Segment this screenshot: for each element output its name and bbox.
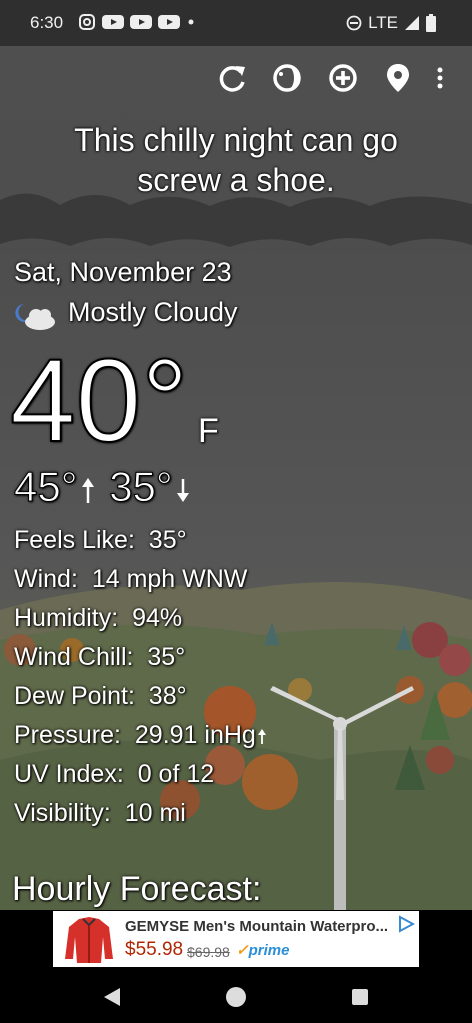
temperature-unit: F [198, 412, 219, 450]
detail-pressure: Pressure: 29.91 inHg [14, 721, 268, 750]
detail-visibility: Visibility: 10 mi [14, 799, 186, 828]
current-date: Sat, November 23 [14, 257, 232, 287]
overflow-menu-icon[interactable] [430, 60, 450, 96]
hourly-forecast-heading: Hourly Forecast: [12, 870, 262, 908]
system-navigation-bar [0, 970, 472, 1023]
add-location-icon[interactable] [325, 60, 361, 96]
youtube-icon [158, 15, 180, 29]
arrow-up-icon [81, 478, 94, 503]
notification-icons [78, 13, 196, 31]
detail-value: 38° [148, 682, 187, 710]
detail-label: Humidity: [14, 604, 119, 632]
detail-label: Pressure: [14, 721, 121, 749]
recents-icon[interactable] [347, 984, 373, 1010]
ad-price: $55.98 [125, 939, 184, 960]
status-bar: 6:30 LTE [0, 0, 472, 46]
detail-uv-index: UV Index: 0 of 12 [14, 760, 214, 789]
pressure-rising-icon [257, 729, 266, 744]
snarky-headline: This chilly night can go screw a shoe. [0, 120, 472, 200]
detail-label: Wind Chill: [14, 643, 134, 671]
headline-line-1: This chilly night can go [74, 122, 398, 158]
detail-label: Visibility: [14, 799, 111, 827]
status-time: 6:30 [30, 13, 64, 32]
network-type: LTE [368, 13, 398, 32]
headline-line-2: screw a shoe. [137, 162, 335, 198]
theme-icon[interactable] [269, 60, 305, 96]
detail-label: Dew Point: [14, 682, 135, 710]
detail-feels-like: Feels Like: 35° [14, 526, 187, 555]
detail-value: 35° [148, 526, 187, 554]
prime-check: ✓ [236, 942, 249, 959]
detail-label: UV Index: [14, 760, 124, 788]
system-icons: LTE [346, 13, 436, 33]
youtube-icon [102, 15, 124, 29]
detail-dew-point: Dew Point: 38° [14, 682, 187, 711]
ad-title: GEMYSE Men's Mountain Waterpro... [125, 918, 389, 935]
instagram-icon [79, 14, 95, 30]
signal-icon [405, 16, 419, 30]
app-toolbar [0, 46, 472, 112]
back-icon[interactable] [100, 984, 126, 1010]
adchoices-icon[interactable] [397, 915, 415, 933]
jacket-product-image [65, 917, 113, 963]
battery-icon [426, 14, 436, 32]
detail-humidity: Humidity: 94% [14, 604, 182, 633]
detail-wind-chill: Wind Chill: 35° [14, 643, 185, 672]
detail-label: Wind: [14, 565, 78, 593]
youtube-icon [130, 15, 152, 29]
ad-banner[interactable]: GEMYSE Men's Mountain Waterpro... $55.98… [53, 911, 419, 967]
high-temp: 45° [14, 463, 79, 511]
home-icon[interactable] [223, 984, 249, 1010]
detail-value: 0 of 12 [137, 760, 215, 788]
detail-wind: Wind: 14 mph WNW [14, 565, 247, 594]
refresh-icon[interactable] [214, 60, 250, 96]
detail-value: 29.91 inHg [134, 721, 256, 749]
high-low: 45° 35° [14, 463, 193, 511]
prime-badge: ✓prime [236, 941, 289, 959]
detail-value: 94% [132, 604, 183, 632]
partly-cloudy-night-icon [15, 304, 55, 330]
detail-value: 10 mi [124, 799, 186, 827]
detail-label: Feels Like: [14, 526, 135, 554]
arrow-down-icon [176, 479, 189, 502]
location-pin-icon[interactable] [380, 60, 416, 96]
current-temperature: 40° [9, 335, 189, 467]
detail-value: 35° [147, 643, 186, 671]
weather-screen: 6:30 LTE This chilly night can go screw … [0, 0, 472, 910]
detail-value: 14 mph WNW [91, 565, 248, 593]
low-temp: 35° [109, 463, 174, 511]
prime-label: prime [248, 942, 290, 959]
condition-text: Mostly Cloudy [68, 297, 238, 327]
dot-icon [188, 19, 194, 25]
ad-old-price: $69.98 [187, 944, 230, 960]
dnd-icon [346, 15, 362, 31]
